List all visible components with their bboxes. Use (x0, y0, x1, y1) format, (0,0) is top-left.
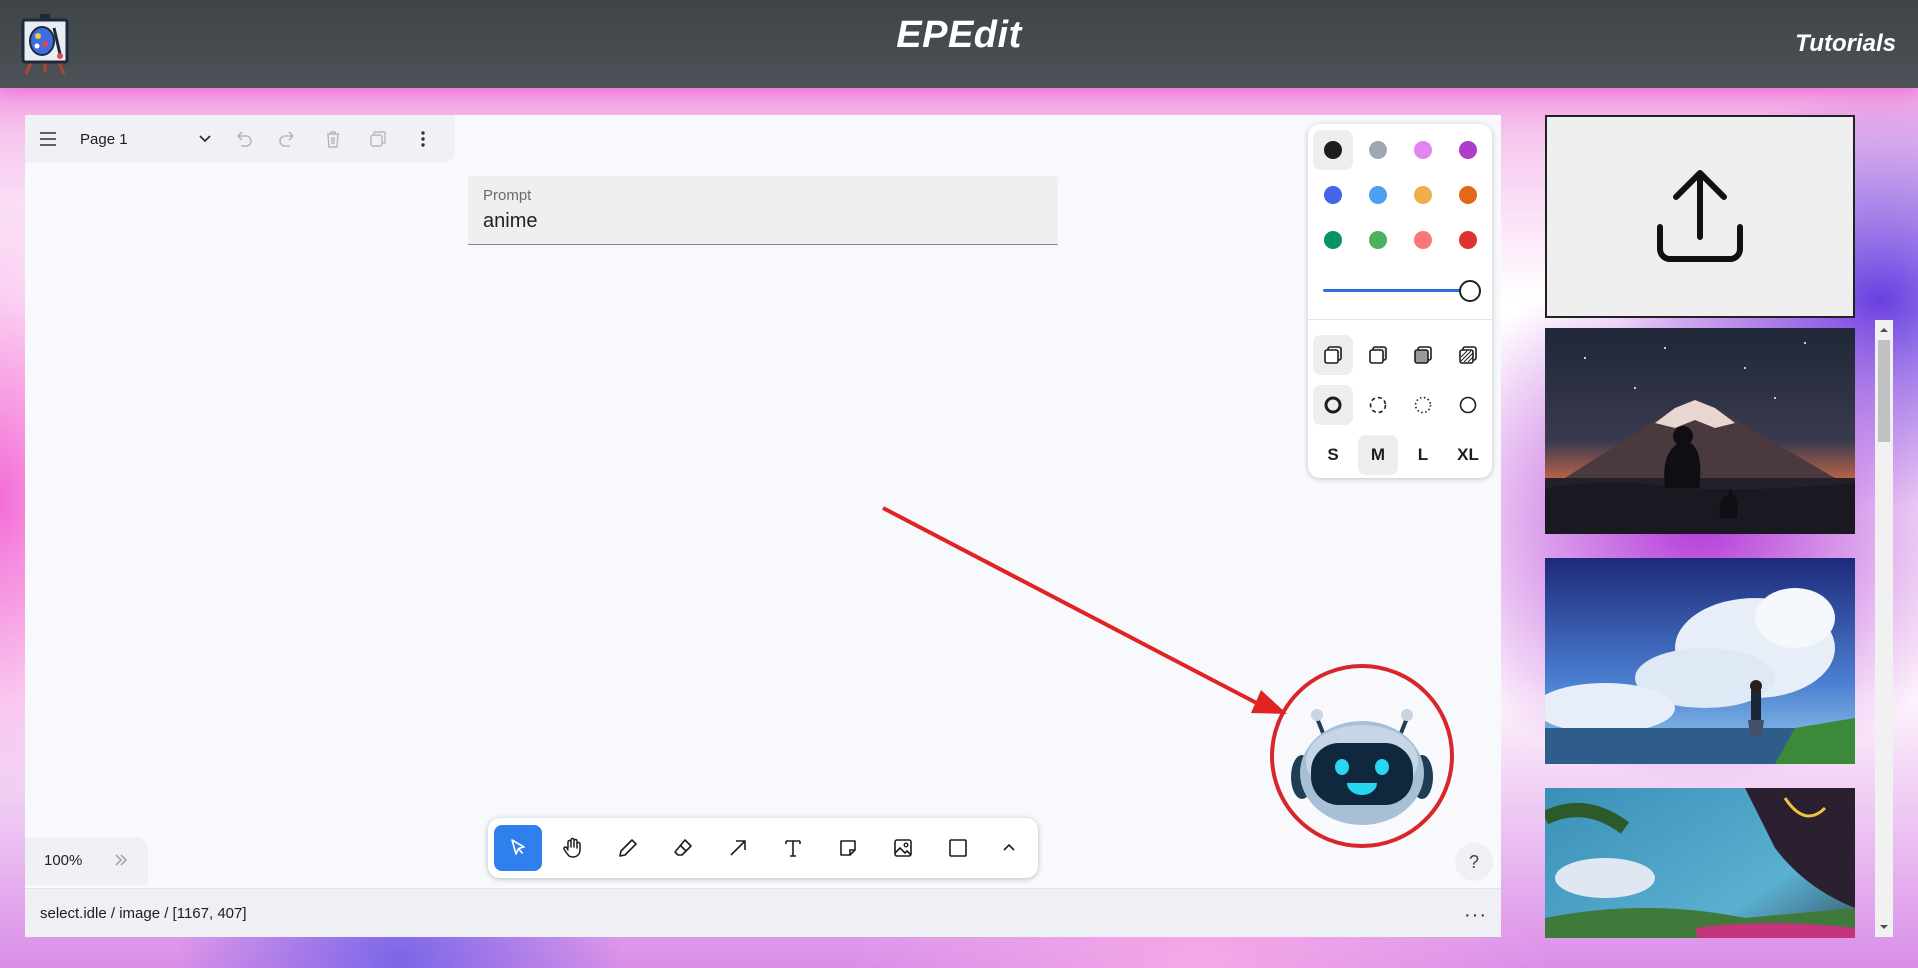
dash-dotted-icon[interactable] (1403, 385, 1443, 425)
fill-pattern-icon[interactable] (1448, 335, 1488, 375)
fill-semi-icon[interactable] (1358, 335, 1398, 375)
app-header: EPEdit Tutorials (0, 0, 1918, 88)
size-m-button[interactable]: M (1358, 435, 1398, 475)
scroll-up-arrow-icon[interactable] (1879, 325, 1889, 335)
color-swatch[interactable] (1448, 220, 1488, 260)
anime-mount-fuji-thumbnail[interactable] (1545, 328, 1855, 534)
redo-icon[interactable] (265, 115, 310, 163)
fill-none-icon[interactable] (1313, 335, 1353, 375)
more-vertical-icon[interactable] (400, 115, 445, 163)
image-icon[interactable] (879, 825, 927, 871)
fill-solid-icon[interactable] (1403, 335, 1443, 375)
color-swatch[interactable] (1448, 130, 1488, 170)
color-swatch[interactable] (1403, 220, 1443, 260)
delete-icon[interactable] (310, 115, 355, 163)
rectangle-icon[interactable] (934, 825, 982, 871)
hamburger-menu-icon[interactable] (25, 115, 70, 163)
color-dot (1324, 186, 1342, 204)
panel-divider (1308, 319, 1492, 320)
opacity-slider-thumb[interactable] (1459, 280, 1481, 302)
select-icon[interactable] (494, 825, 542, 871)
arrow-icon[interactable] (714, 825, 762, 871)
color-swatch[interactable] (1358, 130, 1398, 170)
draw-icon[interactable] (604, 825, 652, 871)
image-gallery (1545, 328, 1855, 938)
tool-bar (488, 818, 1038, 878)
zoom-control: 100% (25, 837, 148, 885)
color-dot (1414, 141, 1432, 159)
gallery-scrollbar[interactable] (1875, 320, 1893, 937)
app-title: EPEdit (896, 14, 1022, 56)
style-panel: S M L XL (1308, 124, 1492, 478)
color-swatch[interactable] (1313, 220, 1353, 260)
more-horizontal-icon[interactable]: ··· (1464, 904, 1487, 927)
upload-button[interactable] (1545, 115, 1855, 318)
color-dot (1459, 141, 1477, 159)
color-swatch[interactable] (1313, 175, 1353, 215)
double-chevron-right-icon[interactable] (113, 852, 129, 873)
zoom-level[interactable]: 100% (44, 852, 82, 869)
dash-dashed-icon[interactable] (1358, 385, 1398, 425)
opacity-slider-track[interactable] (1323, 289, 1466, 292)
prompt-label: Prompt (483, 187, 532, 204)
dash-draw-icon[interactable] (1313, 385, 1353, 425)
robot-image[interactable] (1267, 661, 1457, 851)
page-menu-bar: Page 1 (25, 115, 455, 163)
color-dot (1324, 141, 1342, 159)
size-xl-button[interactable]: XL (1448, 435, 1488, 475)
drawing-canvas[interactable]: Page 1 Prompt anime S M L XL 100% ? sele… (25, 115, 1501, 937)
size-l-button[interactable]: L (1403, 435, 1443, 475)
tutorials-link[interactable]: Tutorials (1795, 30, 1896, 58)
color-swatch[interactable] (1448, 175, 1488, 215)
status-bar: select.idle / image / [1167, 407] ··· (25, 888, 1501, 937)
status-text: select.idle / image / [1167, 407] (40, 905, 247, 922)
undo-icon[interactable] (220, 115, 265, 163)
prompt-input[interactable]: anime (483, 210, 537, 233)
chevron-down-icon (196, 129, 214, 151)
color-swatch[interactable] (1358, 175, 1398, 215)
more-tools-icon[interactable] (985, 825, 1033, 871)
color-dot (1459, 186, 1477, 204)
text-icon[interactable] (769, 825, 817, 871)
duplicate-icon[interactable] (355, 115, 400, 163)
page-name: Page 1 (80, 130, 128, 148)
color-dot (1369, 231, 1387, 249)
hand-icon[interactable] (549, 825, 597, 871)
eraser-icon[interactable] (659, 825, 707, 871)
color-dot (1324, 231, 1342, 249)
size-s-button[interactable]: S (1313, 435, 1353, 475)
scrollbar-thumb[interactable] (1878, 340, 1890, 442)
anime-clouds-girl-thumbnail[interactable] (1545, 558, 1855, 764)
dash-solid-icon[interactable] (1448, 385, 1488, 425)
note-icon[interactable] (824, 825, 872, 871)
color-dot (1414, 231, 1432, 249)
color-swatch[interactable] (1358, 220, 1398, 260)
color-dot (1369, 141, 1387, 159)
color-dot (1459, 231, 1477, 249)
upload-icon (1657, 169, 1743, 262)
color-swatch[interactable] (1313, 130, 1353, 170)
color-dot (1369, 186, 1387, 204)
prompt-field[interactable]: Prompt anime (468, 176, 1058, 245)
annotation-arrow (882, 506, 1287, 714)
help-button[interactable]: ? (1455, 843, 1493, 881)
page-selector[interactable]: Page 1 (70, 115, 220, 163)
color-dot (1414, 186, 1432, 204)
scroll-down-arrow-icon[interactable] (1879, 922, 1889, 932)
anime-landscape-thumbnail[interactable] (1545, 788, 1855, 938)
color-swatch[interactable] (1403, 130, 1443, 170)
color-swatch[interactable] (1403, 175, 1443, 215)
